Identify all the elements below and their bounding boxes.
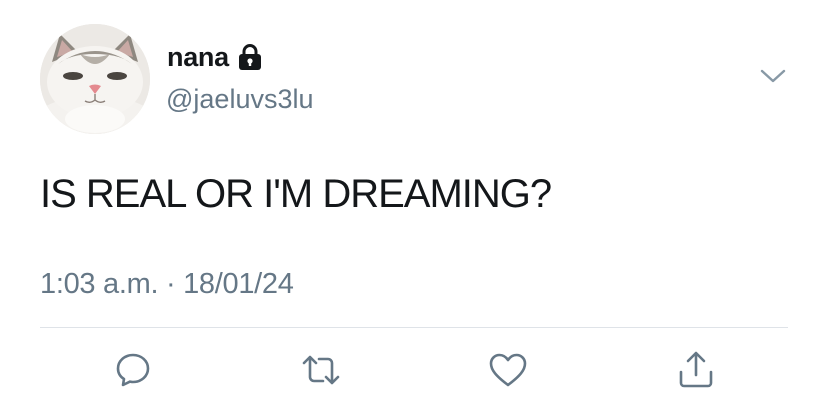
tweet-date: 18/01/24 bbox=[183, 268, 294, 300]
share-icon bbox=[679, 351, 713, 388]
cat-avatar-image bbox=[40, 24, 150, 134]
retweet-button[interactable] bbox=[301, 350, 341, 390]
reply-icon bbox=[116, 353, 150, 387]
name-row: nana bbox=[167, 42, 263, 73]
retweet-icon bbox=[302, 355, 340, 385]
tweet-text: IS REAL OR I'M DREAMING? bbox=[40, 172, 552, 216]
lock-icon bbox=[237, 43, 263, 71]
chevron-down-icon[interactable] bbox=[758, 65, 788, 87]
share-button[interactable] bbox=[676, 350, 716, 390]
user-handle[interactable]: @jaeluvs3lu bbox=[166, 84, 314, 115]
timestamp-separator: · bbox=[165, 268, 176, 300]
avatar[interactable] bbox=[40, 24, 150, 134]
display-name[interactable]: nana bbox=[167, 42, 229, 73]
tweet-time: 1:03 a.m. bbox=[40, 268, 159, 300]
like-icon bbox=[489, 353, 527, 387]
timestamp[interactable]: 1:03 a.m. · 18/01/24 bbox=[40, 268, 294, 301]
reply-button[interactable] bbox=[113, 350, 153, 390]
divider bbox=[40, 327, 788, 328]
like-button[interactable] bbox=[488, 350, 528, 390]
